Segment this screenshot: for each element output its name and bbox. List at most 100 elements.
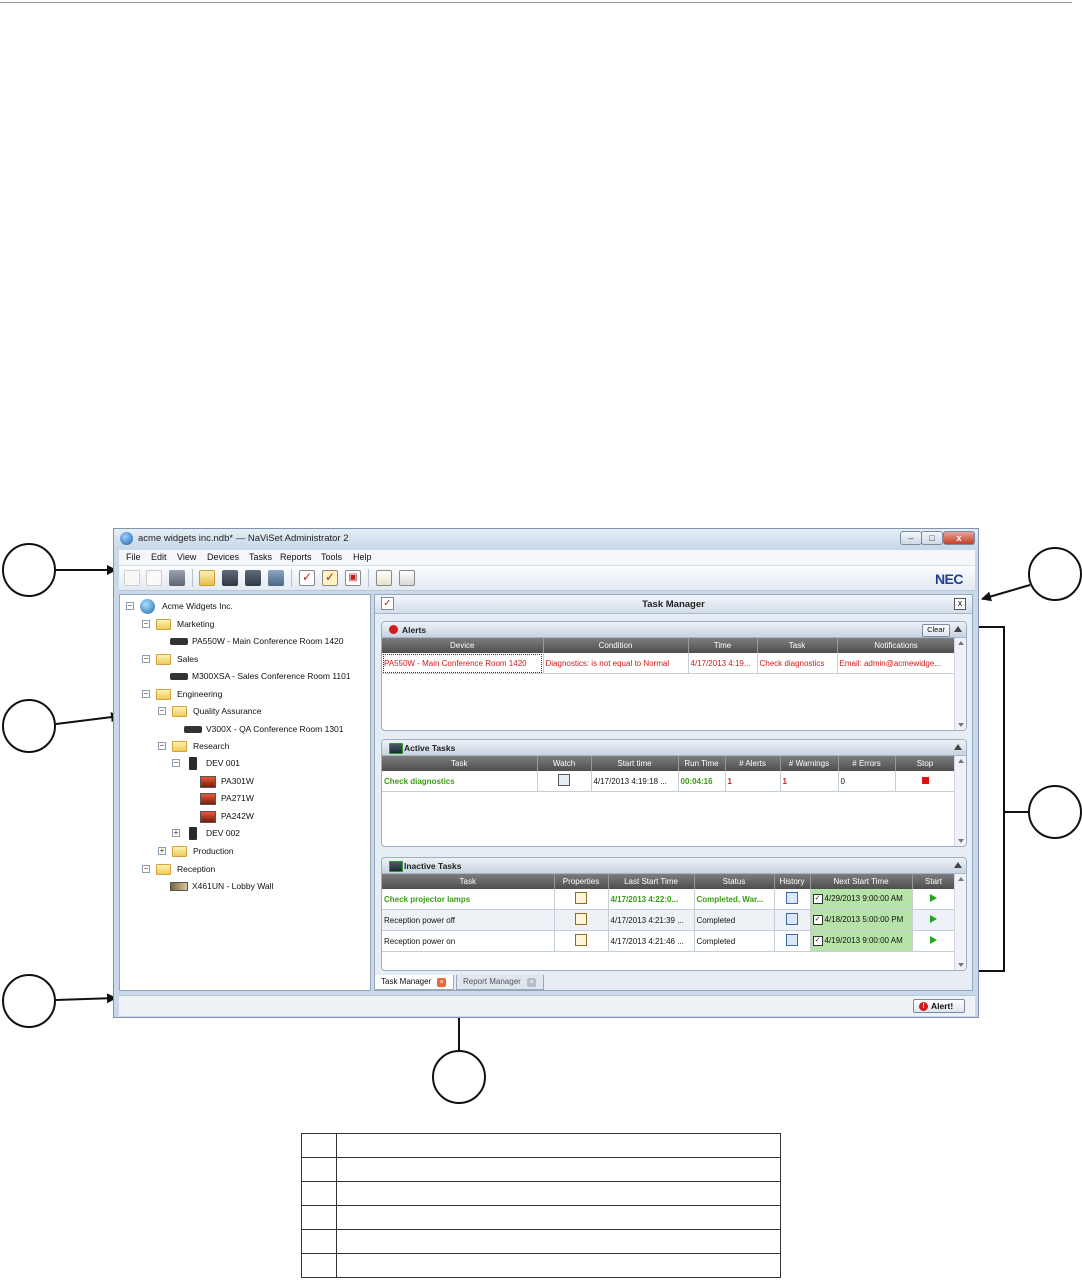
close-button[interactable]: x [943, 531, 975, 545]
table-row[interactable]: Check projector lamps 4/17/2013 4:22:0..… [382, 889, 956, 910]
history-icon[interactable] [786, 934, 798, 946]
new-report-icon[interactable] [376, 570, 392, 586]
watch-icon[interactable] [558, 774, 570, 786]
collapse-arrow-icon[interactable] [954, 744, 962, 750]
column-header[interactable]: Watch [537, 756, 592, 771]
tab-close-icon[interactable]: × [437, 978, 446, 987]
watch-cell [537, 771, 592, 792]
table-row[interactable]: PA550W - Main Conference Room 1420 Diagn… [382, 653, 956, 674]
collapse-toggle[interactable]: − [158, 707, 166, 715]
report-icon[interactable] [399, 570, 415, 586]
minimize-button[interactable]: – [900, 531, 922, 545]
menu-tools[interactable]: Tools [321, 552, 342, 562]
add-multiple-devices-icon[interactable] [245, 570, 261, 586]
legend-row [301, 1133, 781, 1158]
alert-button[interactable]: ! Alert! [913, 999, 965, 1013]
folder-icon [156, 864, 171, 875]
column-header[interactable]: Next Start Time [810, 874, 913, 889]
properties-icon[interactable] [575, 892, 587, 904]
column-header[interactable]: Run Time [678, 756, 726, 771]
column-header[interactable]: Task [382, 874, 555, 889]
column-header[interactable]: Last Start Time [608, 874, 695, 889]
tab-close-icon[interactable]: × [527, 978, 536, 987]
device-properties-icon[interactable] [268, 570, 284, 586]
menu-view[interactable]: View [177, 552, 196, 562]
new-document-icon[interactable] [124, 570, 140, 586]
add-folder-icon[interactable] [199, 570, 215, 586]
table-row[interactable]: Reception power off 4/17/2013 4:21:39 ..… [382, 909, 956, 931]
enabled-checkbox[interactable]: ✓ [812, 915, 823, 925]
menu-reports[interactable]: Reports [280, 552, 312, 562]
collapse-toggle[interactable]: − [126, 602, 134, 610]
next-start-time: 4/18/2013 5:00:00 PM [824, 915, 904, 925]
menu-tasks[interactable]: Tasks [249, 552, 272, 562]
alerts-header[interactable]: Alerts Clear [382, 622, 966, 638]
column-header[interactable]: Notifications [837, 638, 956, 653]
next-start-time: 4/29/2013 9:00:00 AM [824, 894, 903, 904]
collapse-toggle[interactable]: − [142, 655, 150, 663]
stop-cell [895, 771, 956, 792]
title-bar[interactable]: acme widgets inc.ndb* — NaViSet Administ… [114, 529, 978, 549]
add-device-icon[interactable] [222, 570, 238, 586]
column-header[interactable]: Properties [554, 874, 609, 889]
inactive-tasks-header[interactable]: Inactive Tasks [382, 858, 966, 874]
run-task-icon[interactable]: ✓ [322, 570, 338, 586]
collapse-toggle[interactable]: − [142, 690, 150, 698]
stop-icon[interactable] [921, 776, 929, 784]
column-header[interactable]: # Errors [838, 756, 896, 771]
column-header[interactable]: Task [382, 756, 538, 771]
expand-toggle[interactable]: + [172, 829, 180, 837]
play-icon[interactable] [930, 894, 937, 902]
column-header[interactable]: Start [912, 874, 956, 889]
enabled-checkbox[interactable]: ✓ [812, 894, 823, 904]
menu-file[interactable]: File [126, 552, 141, 562]
properties-icon[interactable] [575, 913, 587, 925]
inactive-tasks-scrollbar[interactable] [954, 874, 966, 970]
tab-task-manager[interactable]: Task Manager × [374, 975, 454, 990]
enabled-checkbox[interactable]: ✓ [812, 936, 823, 946]
clear-alerts-button[interactable]: Clear [922, 624, 950, 637]
history-icon[interactable] [786, 913, 798, 925]
table-row[interactable]: Check diagnostics 4/17/2013 4:19:18 ... … [382, 771, 956, 792]
tab-report-manager[interactable]: Report Manager × [456, 975, 544, 990]
column-header[interactable]: Task [757, 638, 838, 653]
play-icon[interactable] [930, 936, 937, 944]
menu-help[interactable]: Help [353, 552, 372, 562]
menu-devices[interactable]: Devices [207, 552, 239, 562]
maximize-button[interactable]: □ [921, 531, 943, 545]
nec-logo: NEC [934, 571, 964, 587]
menu-edit[interactable]: Edit [151, 552, 167, 562]
collapse-toggle[interactable]: − [142, 865, 150, 873]
column-header[interactable]: History [774, 874, 811, 889]
schedule-task-icon[interactable]: ▣ [345, 570, 361, 586]
column-header[interactable]: Device [382, 638, 544, 653]
column-header[interactable]: # Warnings [780, 756, 839, 771]
tree-label: PA550W - Main Conference Room 1420 [192, 636, 344, 646]
open-document-icon[interactable] [146, 570, 162, 586]
properties-icon[interactable] [575, 934, 587, 946]
column-header[interactable]: Time [688, 638, 758, 653]
task-status: Completed, War... [694, 889, 775, 910]
alerts-scrollbar[interactable] [954, 638, 966, 730]
collapse-toggle[interactable]: − [172, 759, 180, 767]
collapse-arrow-icon[interactable] [954, 862, 962, 868]
column-header[interactable]: Start time [591, 756, 679, 771]
column-header[interactable]: # Alerts [725, 756, 781, 771]
history-icon[interactable] [786, 892, 798, 904]
new-task-icon[interactable]: ✓ [299, 570, 315, 586]
column-header[interactable]: Status [694, 874, 775, 889]
active-tasks-scrollbar[interactable] [954, 756, 966, 846]
collapse-toggle[interactable]: − [158, 742, 166, 750]
save-icon[interactable] [169, 570, 185, 586]
column-header[interactable]: Condition [543, 638, 689, 653]
play-icon[interactable] [930, 915, 937, 923]
table-row[interactable]: Reception power on 4/17/2013 4:21:46 ...… [382, 930, 956, 952]
task-manager-close-icon[interactable]: x [954, 598, 966, 610]
folder-icon [172, 706, 187, 717]
collapse-arrow-icon[interactable] [954, 626, 962, 632]
expand-toggle[interactable]: + [158, 847, 166, 855]
legend-row [301, 1205, 781, 1230]
active-tasks-header[interactable]: Active Tasks [382, 740, 966, 756]
column-header[interactable]: Stop [895, 756, 956, 771]
collapse-toggle[interactable]: − [142, 620, 150, 628]
